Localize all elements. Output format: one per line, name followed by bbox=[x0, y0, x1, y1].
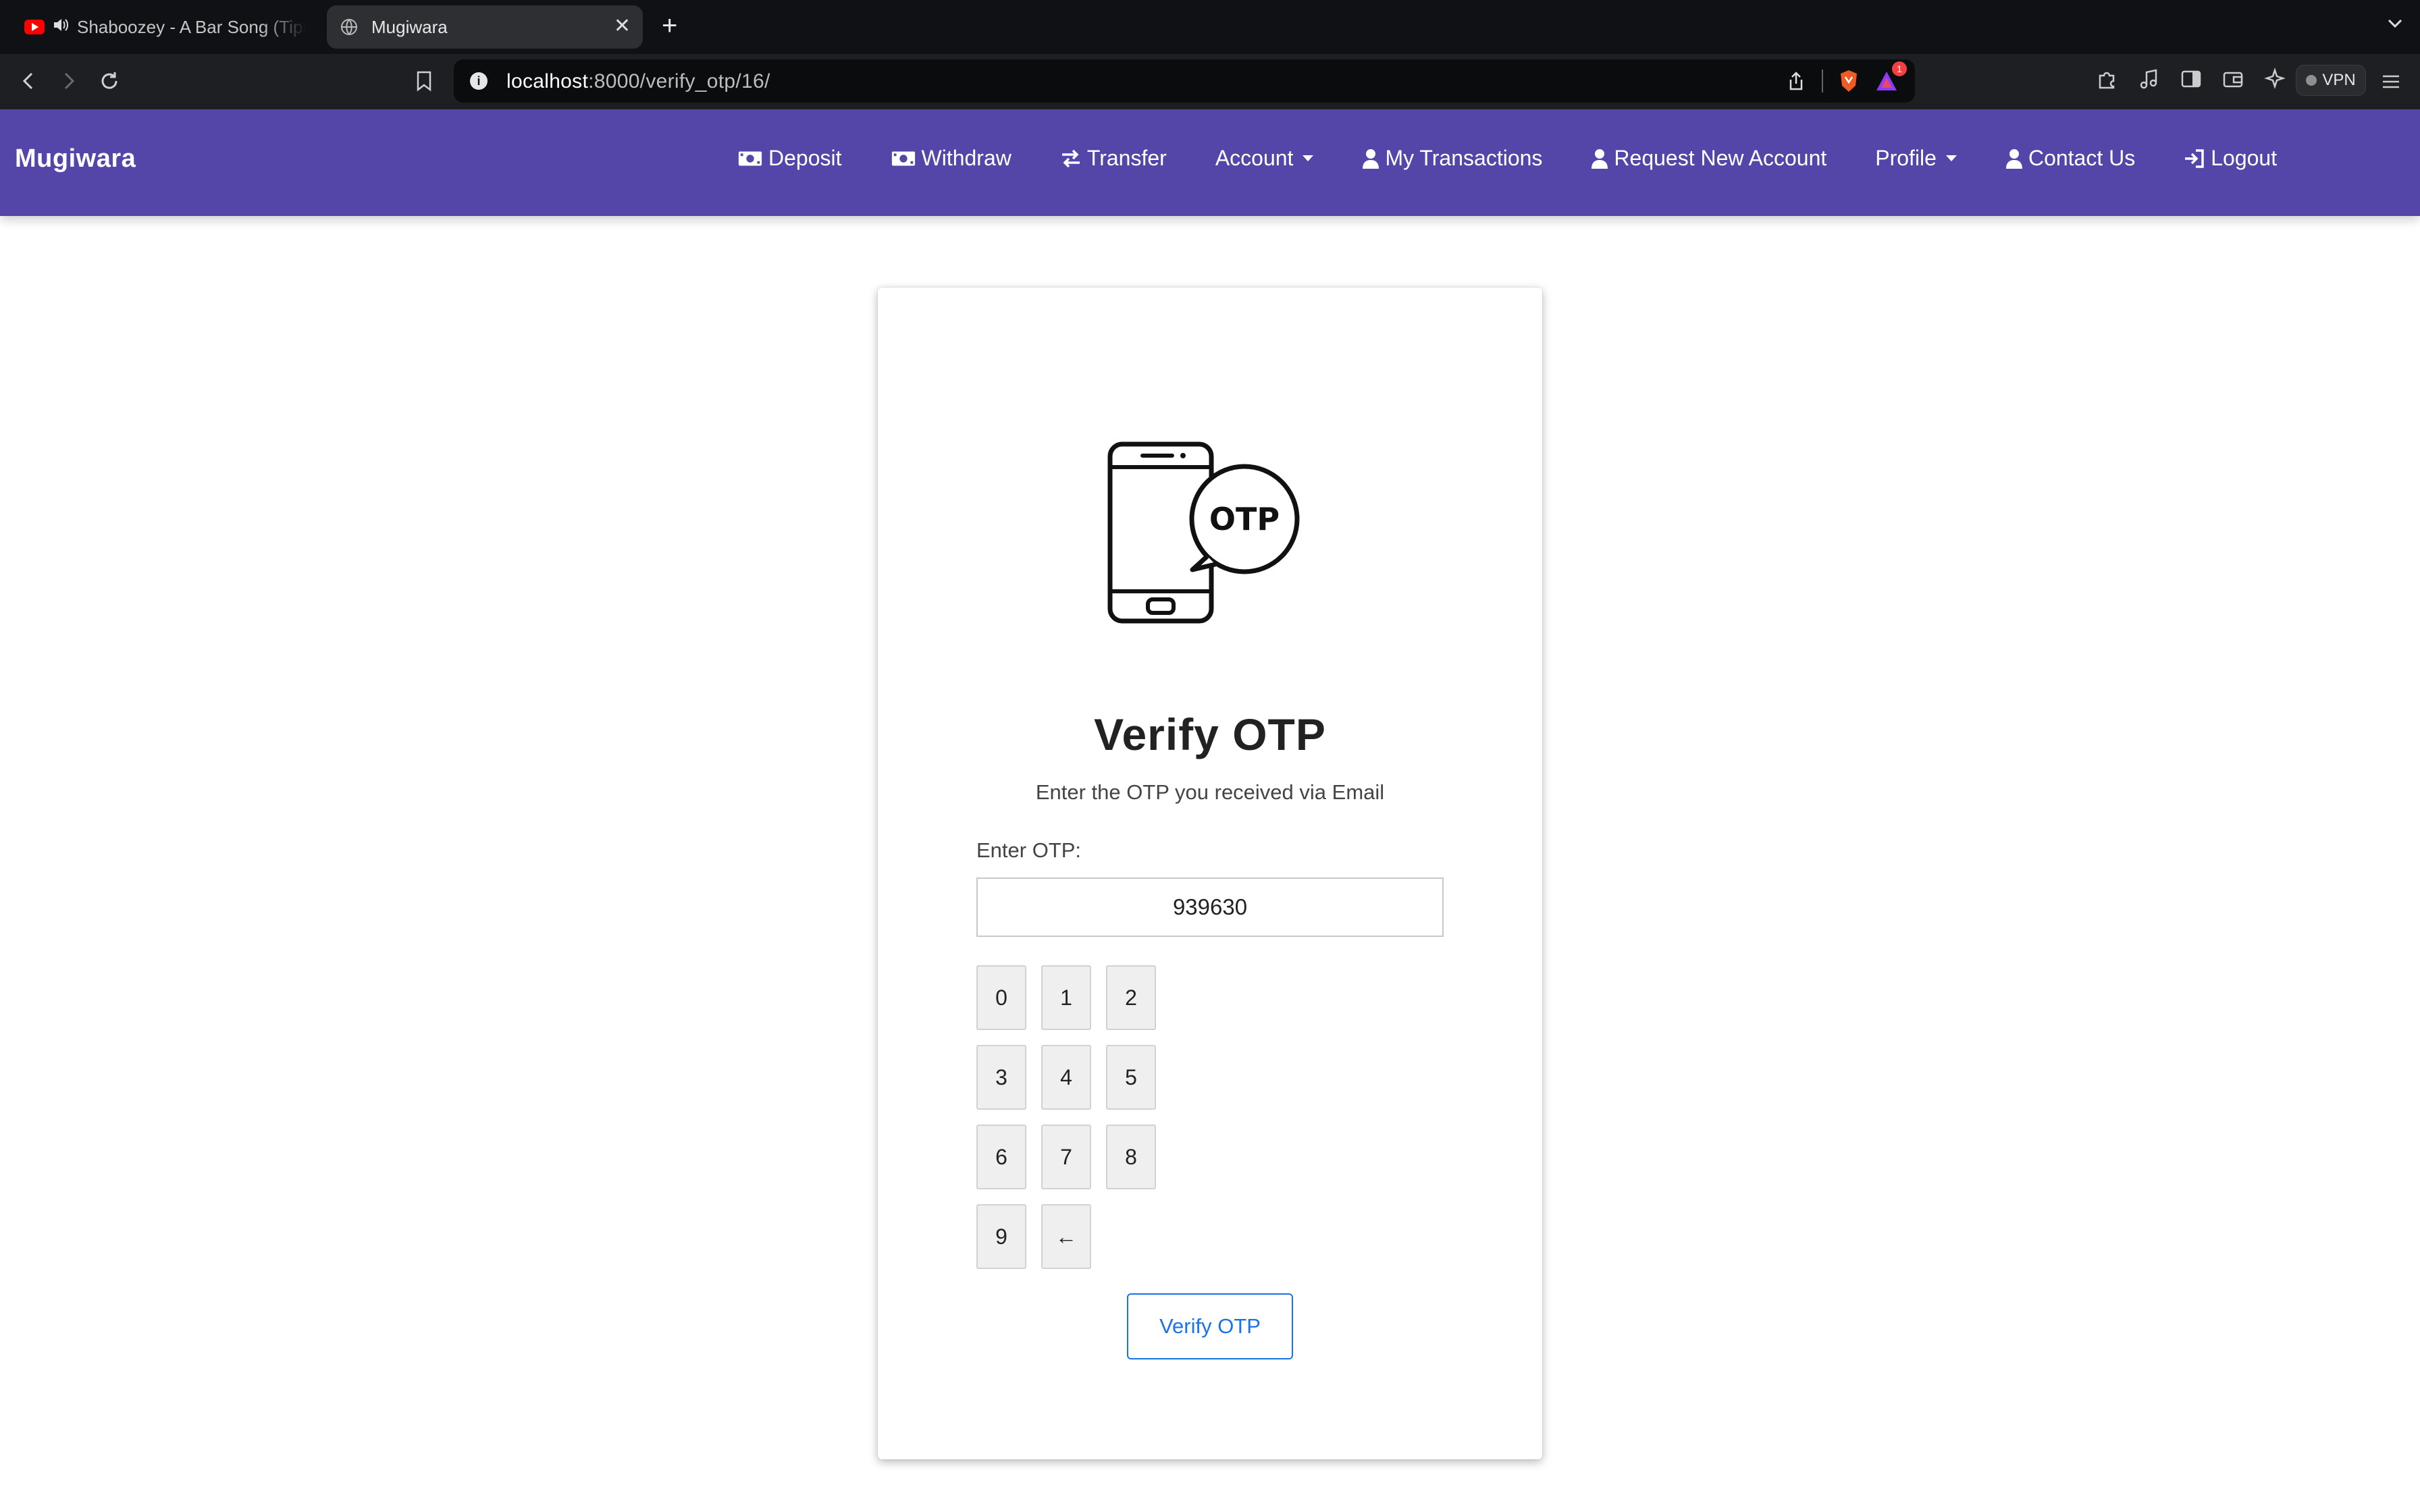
nav-label: Deposit bbox=[768, 146, 842, 170]
vpn-button[interactable]: VPN bbox=[2296, 65, 2366, 96]
forward-button[interactable] bbox=[54, 66, 84, 96]
nav-label: Withdraw bbox=[921, 146, 1011, 170]
nav-my-transactions[interactable]: My Transactions bbox=[1362, 146, 1542, 171]
page-title: Verify OTP bbox=[1094, 709, 1326, 759]
nav-request-new-account[interactable]: Request New Account bbox=[1591, 146, 1826, 171]
nav-logout[interactable]: Logout bbox=[2184, 146, 2277, 171]
verify-otp-card: OTP Verify OTP Enter the OTP you receive… bbox=[878, 288, 1542, 1459]
nav-contact-us[interactable]: Contact Us bbox=[2005, 146, 2135, 171]
tab-title: Mugiwara bbox=[371, 16, 448, 37]
exchange-arrows-icon bbox=[1061, 149, 1080, 167]
site-info-icon[interactable]: i bbox=[470, 72, 488, 90]
nav-label: Profile bbox=[1875, 146, 1937, 170]
nav-withdraw[interactable]: Withdraw bbox=[891, 146, 1011, 171]
keypad-key-9[interactable]: 9 bbox=[976, 1204, 1026, 1269]
nav-label: Account bbox=[1215, 146, 1294, 170]
otp-field-label: Enter OTP: bbox=[976, 838, 1082, 862]
otp-illustration-text: OTP bbox=[1209, 501, 1280, 537]
money-bill-icon bbox=[738, 151, 762, 165]
nav-label: Contact Us bbox=[2028, 146, 2136, 170]
brand-logo[interactable]: Mugiwara bbox=[15, 144, 136, 173]
nav-label: Request New Account bbox=[1614, 146, 1827, 170]
nav-account-dropdown[interactable]: Account bbox=[1215, 146, 1314, 171]
extensions-icon[interactable] bbox=[2096, 68, 2119, 90]
user-icon bbox=[2005, 148, 2022, 169]
user-icon bbox=[1363, 148, 1379, 169]
rewards-badge: 1 bbox=[1892, 61, 1907, 76]
leo-ai-icon[interactable] bbox=[2263, 68, 2286, 90]
site-navbar: Mugiwara Deposit Withdraw Transfer Accou… bbox=[0, 109, 2420, 216]
new-tab-button[interactable]: + bbox=[662, 11, 677, 40]
page-subtitle: Enter the OTP you received via Email bbox=[1035, 780, 1385, 804]
verify-otp-button[interactable]: Verify OTP bbox=[1127, 1293, 1293, 1359]
hamburger-menu-icon[interactable] bbox=[2379, 70, 2402, 93]
bookmark-icon bbox=[417, 71, 431, 92]
nav-deposit[interactable]: Deposit bbox=[737, 146, 842, 171]
phone-otp-illustration: OTP bbox=[1107, 441, 1300, 624]
keypad-key-2[interactable]: 2 bbox=[1106, 965, 1156, 1030]
keypad-key-6[interactable]: 6 bbox=[976, 1125, 1026, 1189]
keypad-key-7[interactable]: 7 bbox=[1041, 1125, 1091, 1189]
keypad-key-8[interactable]: 8 bbox=[1106, 1125, 1156, 1189]
sign-in-icon bbox=[2185, 148, 2204, 168]
money-bill-icon bbox=[891, 151, 915, 165]
media-playlist-icon[interactable] bbox=[2138, 68, 2161, 90]
wallet-icon[interactable] bbox=[2221, 68, 2244, 90]
vpn-label: VPN bbox=[2322, 71, 2356, 89]
nav-label: My Transactions bbox=[1385, 146, 1543, 170]
caret-down-icon bbox=[1303, 155, 1314, 161]
youtube-icon bbox=[24, 20, 45, 34]
brave-shields-icon[interactable] bbox=[1838, 69, 1860, 93]
url-text[interactable]: localhost:8000/verify_otp/16/ bbox=[506, 70, 770, 93]
keypad-key-4[interactable]: 4 bbox=[1041, 1045, 1091, 1110]
reload-icon bbox=[101, 72, 117, 89]
address-bar[interactable]: i localhost:8000/verify_otp/16/ 1 bbox=[454, 59, 1915, 103]
tab-mugiwara[interactable]: Mugiwara ✕ bbox=[327, 5, 643, 49]
nav-label: Transfer bbox=[1086, 146, 1167, 170]
speaker-icon[interactable] bbox=[53, 18, 69, 37]
tab-youtube[interactable]: Shaboozey - A Bar Song (Tipsy) bbox=[11, 5, 321, 49]
arrow-right-icon bbox=[64, 72, 75, 90]
keypad-key-1[interactable]: 1 bbox=[1041, 965, 1091, 1030]
nav-transfer[interactable]: Transfer bbox=[1060, 146, 1167, 171]
tab-title: Shaboozey - A Bar Song (Tipsy) bbox=[77, 16, 307, 37]
otp-input[interactable] bbox=[976, 878, 1444, 937]
close-tab-icon[interactable]: ✕ bbox=[614, 15, 631, 38]
globe-icon bbox=[341, 19, 357, 35]
caret-down-icon bbox=[1945, 155, 1957, 161]
chevron-down-icon[interactable] bbox=[2385, 14, 2405, 34]
share-icon[interactable] bbox=[1785, 70, 1807, 92]
bookmark-button[interactable] bbox=[409, 66, 439, 96]
keypad-key-0[interactable]: 0 bbox=[976, 965, 1026, 1030]
vpn-status-icon bbox=[2306, 75, 2317, 86]
keypad-key-5[interactable]: 5 bbox=[1106, 1045, 1156, 1110]
brave-rewards-icon[interactable]: 1 bbox=[1874, 61, 1907, 92]
back-button[interactable] bbox=[14, 66, 43, 96]
user-icon bbox=[1592, 148, 1608, 169]
keypad-key-3[interactable]: 3 bbox=[976, 1045, 1026, 1110]
keypad-backspace-button[interactable]: ← bbox=[1041, 1204, 1091, 1269]
nav-label: Logout bbox=[2211, 146, 2278, 170]
browser-toolbar: i localhost:8000/verify_otp/16/ 1 VPN bbox=[0, 54, 2420, 109]
browser-tab-bar: Shaboozey - A Bar Song (Tipsy) Mugiwara … bbox=[0, 0, 2420, 54]
sidebar-icon[interactable] bbox=[2180, 68, 2203, 90]
nav-profile-dropdown[interactable]: Profile bbox=[1875, 146, 1957, 171]
arrow-left-icon bbox=[22, 72, 33, 90]
reload-button[interactable] bbox=[95, 66, 124, 96]
divider bbox=[1822, 70, 1823, 92]
